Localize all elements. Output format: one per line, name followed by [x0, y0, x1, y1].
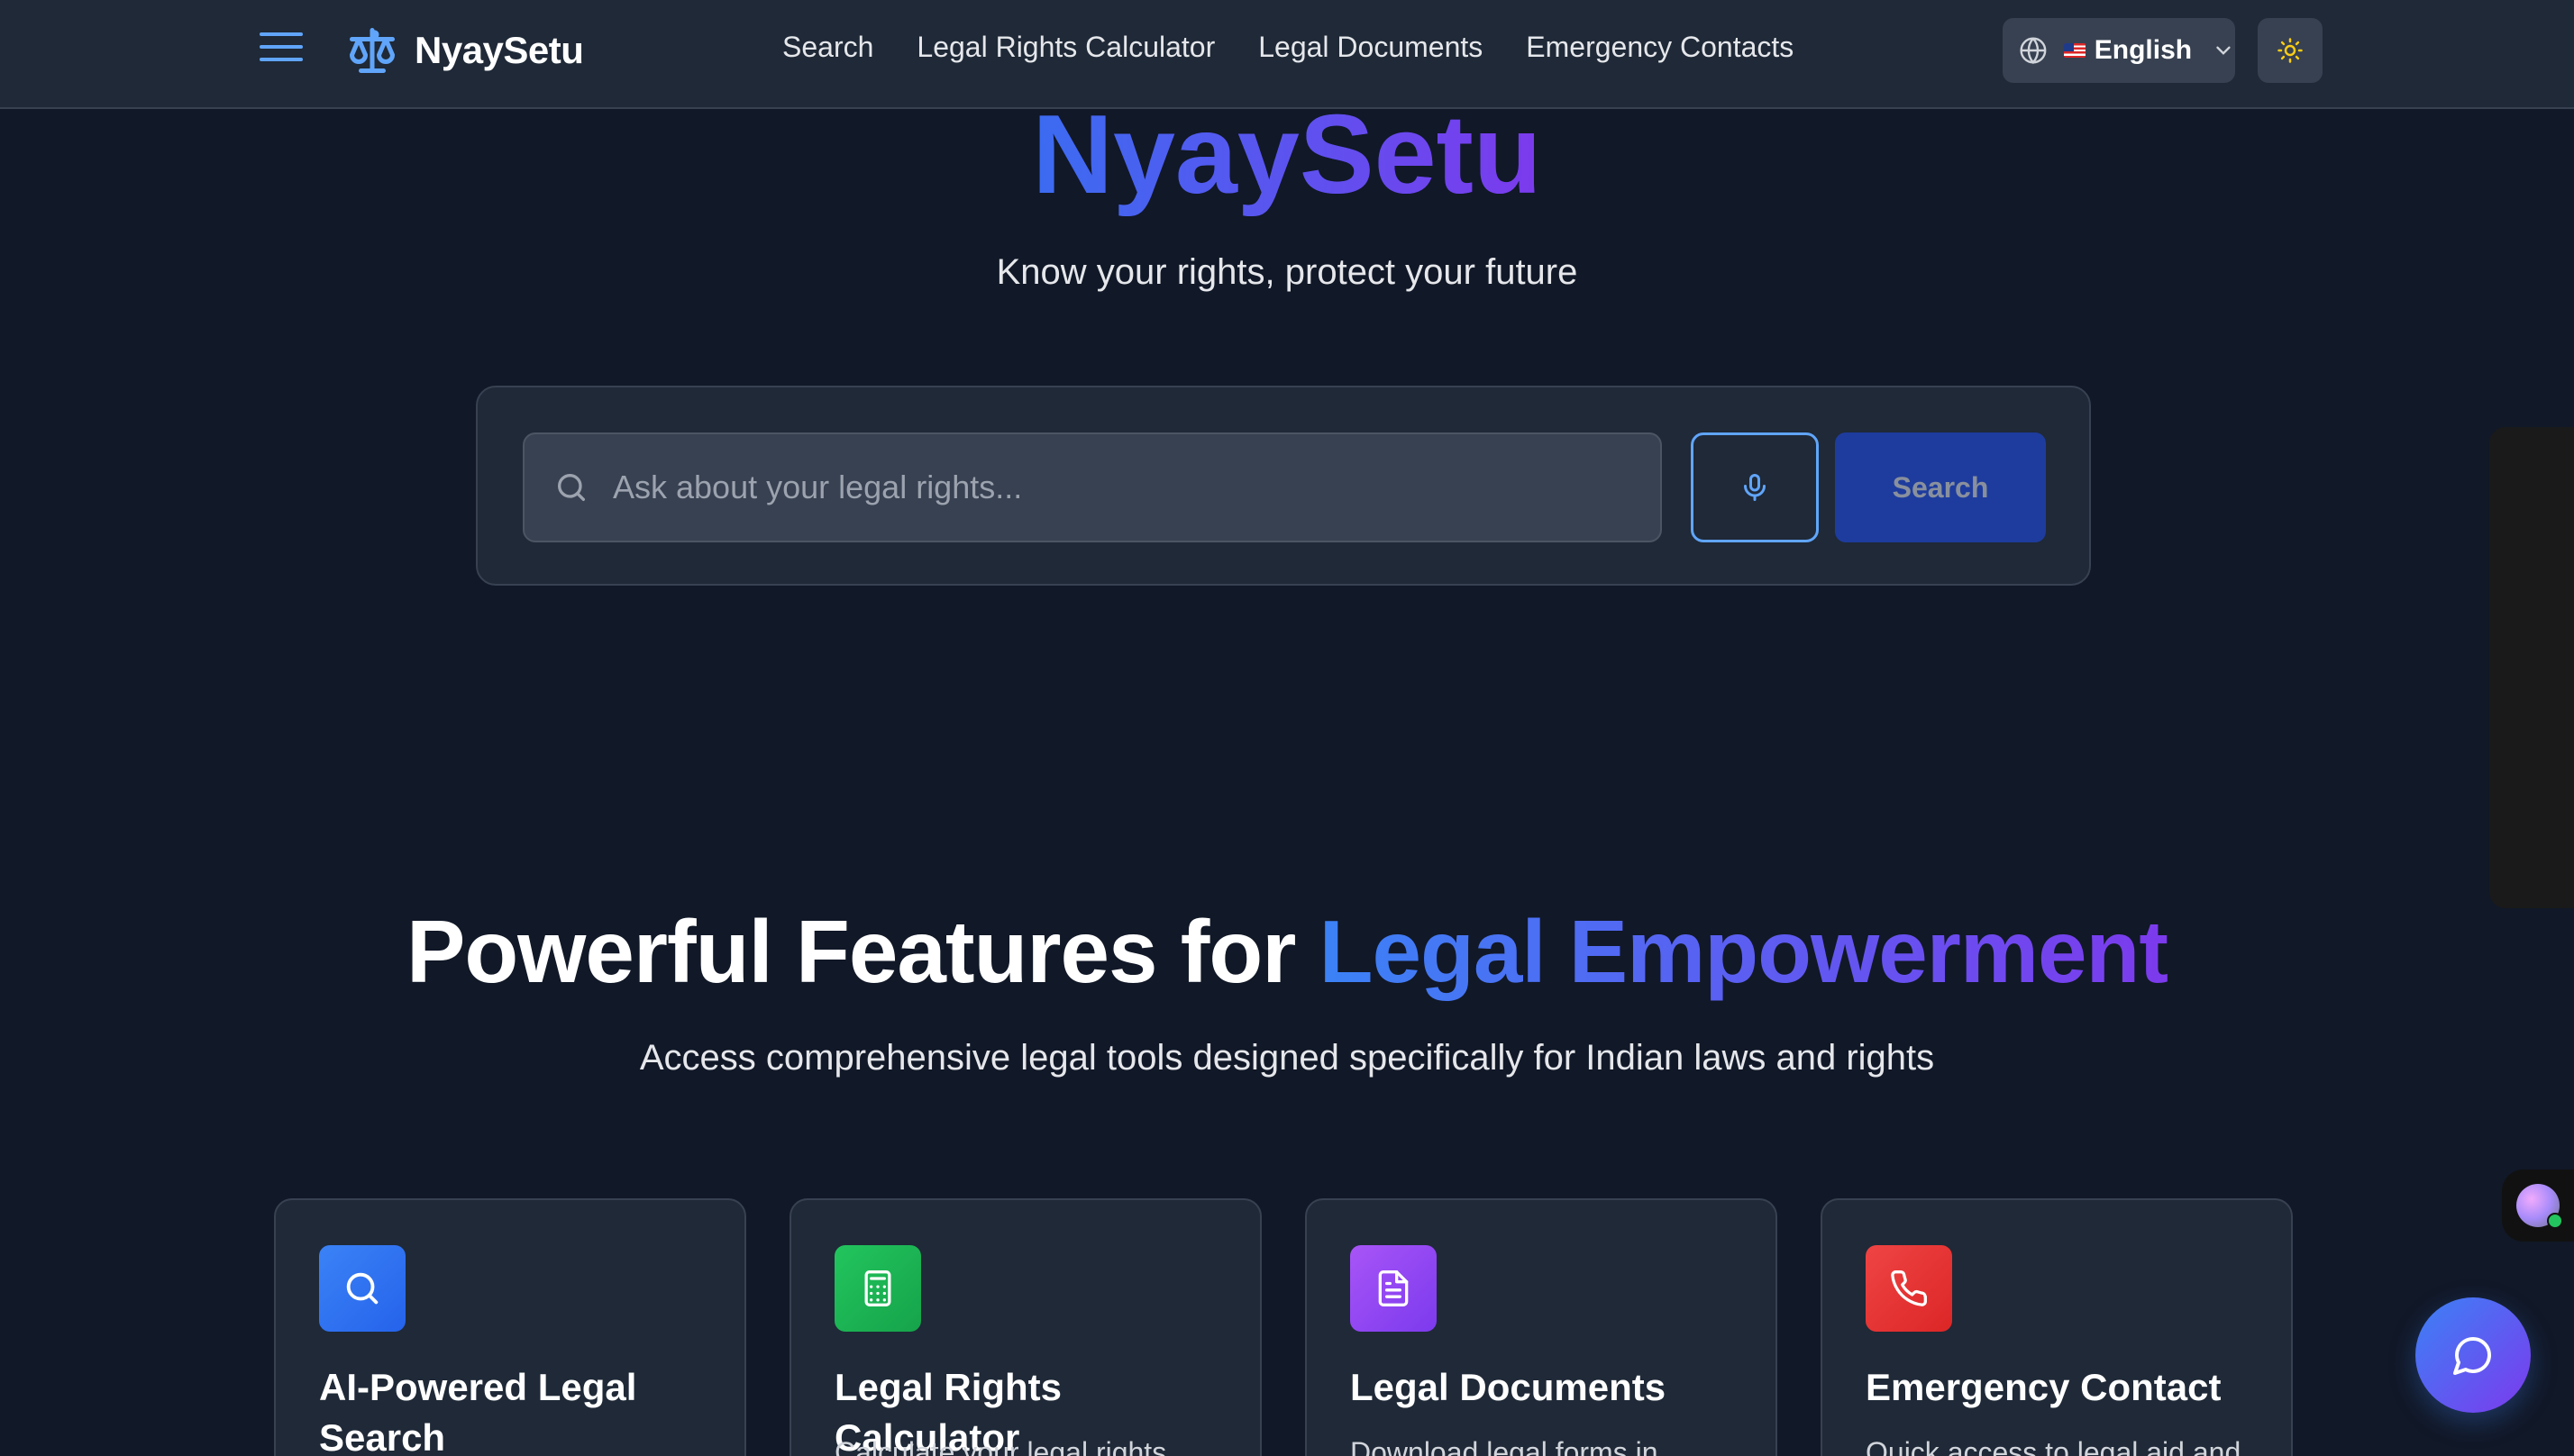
scales-icon: [350, 28, 395, 73]
brand-name: NyaySetu: [415, 29, 584, 71]
features-heading: Powerful Features for Legal Empowerment: [406, 902, 2168, 1001]
chat-button[interactable]: [2415, 1297, 2531, 1413]
feature-card-description: Quick access to legal aid and: [1866, 1436, 2241, 1456]
hero-subtitle: Know your rights, protect your future: [996, 252, 1578, 292]
feature-card-rights-calculator[interactable]: Legal Rights Calculator Calculate your l…: [790, 1198, 1262, 1456]
features-heading-highlight: Legal Empowerment: [1319, 902, 2168, 1001]
main-nav: Search Legal Rights Calculator Legal Doc…: [782, 31, 1837, 64]
feature-card-description: Download legal forms in: [1350, 1436, 1658, 1456]
feature-card-title: Legal Documents: [1350, 1366, 1666, 1408]
theme-toggle-button[interactable]: [2258, 18, 2323, 83]
feature-card-description: Calculate your legal rights: [835, 1436, 1167, 1456]
search-input[interactable]: [613, 469, 1604, 506]
assistant-avatar-widget[interactable]: [2502, 1169, 2574, 1242]
brand-logo[interactable]: NyaySetu: [344, 23, 584, 77]
nav-link-emergency-contacts[interactable]: Emergency Contacts: [1526, 31, 1794, 64]
hero-title: NyaySetu: [0, 92, 2574, 218]
chat-bubble-icon: [2453, 1337, 2491, 1375]
nav-link-legal-rights-calculator[interactable]: Legal Rights Calculator: [917, 31, 1215, 64]
side-drawer-panel[interactable]: [2489, 427, 2574, 908]
us-flag-icon: [2063, 43, 2086, 58]
chevron-down-icon: [2216, 46, 2231, 55]
feature-card-legal-documents[interactable]: Legal Documents Download legal forms in: [1305, 1198, 1777, 1456]
document-icon: [1350, 1245, 1437, 1332]
language-label: English: [2094, 35, 2193, 65]
microphone-icon: [1744, 474, 1766, 501]
search-button[interactable]: Search: [1835, 432, 2046, 542]
search-icon: [558, 474, 585, 501]
sun-icon: [2277, 38, 2303, 63]
avatar: [2516, 1184, 2563, 1229]
phone-icon: [1866, 1245, 1952, 1332]
language-selector[interactable]: English: [2003, 18, 2235, 83]
feature-card-title: Emergency Contact: [1866, 1366, 2222, 1408]
calculator-icon: [835, 1245, 921, 1332]
nav-link-search[interactable]: Search: [782, 31, 873, 64]
feature-card-ai-search[interactable]: AI-Powered Legal Search: [274, 1198, 746, 1456]
search-input-container[interactable]: [523, 432, 1662, 542]
search-panel: Search: [476, 386, 2091, 586]
hamburger-menu-icon[interactable]: [260, 32, 303, 68]
globe-icon: [2020, 37, 2047, 65]
search-icon: [319, 1245, 406, 1332]
feature-card-emergency-contact[interactable]: Emergency Contact Quick access to legal …: [1821, 1198, 2293, 1456]
nav-link-legal-documents[interactable]: Legal Documents: [1258, 31, 1483, 64]
features-subtitle: Access comprehensive legal tools designe…: [639, 1038, 1935, 1078]
feature-card-title: AI-Powered Legal Search: [319, 1366, 637, 1456]
voice-search-button[interactable]: [1691, 432, 1819, 542]
